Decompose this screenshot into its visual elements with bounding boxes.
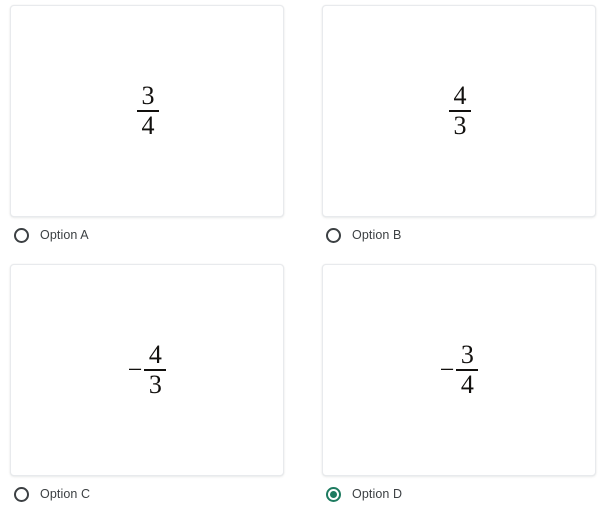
- option-block-d: − 3 4 Option D: [322, 264, 596, 512]
- fraction-a: 3 4: [135, 80, 159, 140]
- option-row-c[interactable]: Option C: [10, 476, 284, 512]
- fraction-stack-c: 4 3: [144, 339, 167, 399]
- minus-sign-d: −: [439, 354, 455, 384]
- fraction-denominator-c: 3: [148, 369, 162, 399]
- fraction-denominator-b: 3: [453, 110, 467, 140]
- radio-dot-b: [330, 232, 337, 239]
- radio-dot-c: [18, 491, 25, 498]
- fraction-c: − 4 3: [127, 339, 167, 399]
- multiple-choice-options-grid: 3 4 Option A 4 3 Option B − 4 3 Option C…: [0, 0, 606, 531]
- option-row-b[interactable]: Option B: [322, 217, 596, 253]
- option-card-d[interactable]: − 3 4: [322, 264, 596, 476]
- fraction-stack-b: 4 3: [449, 80, 471, 140]
- fraction-denominator-d: 4: [460, 369, 474, 399]
- option-label-c: Option C: [40, 487, 91, 501]
- option-label-a: Option A: [40, 228, 89, 242]
- option-block-b: 4 3 Option B: [322, 5, 596, 253]
- option-label-d: Option D: [352, 487, 403, 501]
- fraction-stack-a: 3 4: [137, 80, 159, 140]
- option-block-c: − 4 3 Option C: [10, 264, 284, 512]
- option-block-a: 3 4 Option A: [10, 5, 284, 253]
- option-row-d[interactable]: Option D: [322, 476, 596, 512]
- fraction-b: 4 3: [447, 80, 471, 140]
- minus-sign-c: −: [127, 354, 143, 384]
- radio-selected-icon[interactable]: [326, 486, 341, 502]
- fraction-numerator-d: 3: [460, 339, 474, 369]
- option-row-a[interactable]: Option A: [10, 217, 284, 253]
- radio-unselected-icon[interactable]: [14, 227, 29, 243]
- fraction-stack-d: 3 4: [456, 339, 479, 399]
- fraction-numerator-c: 4: [148, 339, 162, 369]
- option-card-c[interactable]: − 4 3: [10, 264, 284, 476]
- radio-dot-a: [18, 232, 25, 239]
- radio-unselected-icon[interactable]: [326, 227, 341, 243]
- fraction-d: − 3 4: [439, 339, 479, 399]
- option-card-b[interactable]: 4 3: [322, 5, 596, 217]
- radio-dot-d: [330, 490, 337, 498]
- option-label-b: Option B: [352, 228, 402, 242]
- radio-unselected-icon[interactable]: [14, 486, 29, 502]
- fraction-denominator-a: 4: [141, 110, 155, 140]
- fraction-numerator-a: 3: [141, 80, 155, 110]
- fraction-numerator-b: 4: [453, 80, 467, 110]
- option-card-a[interactable]: 3 4: [10, 5, 284, 217]
